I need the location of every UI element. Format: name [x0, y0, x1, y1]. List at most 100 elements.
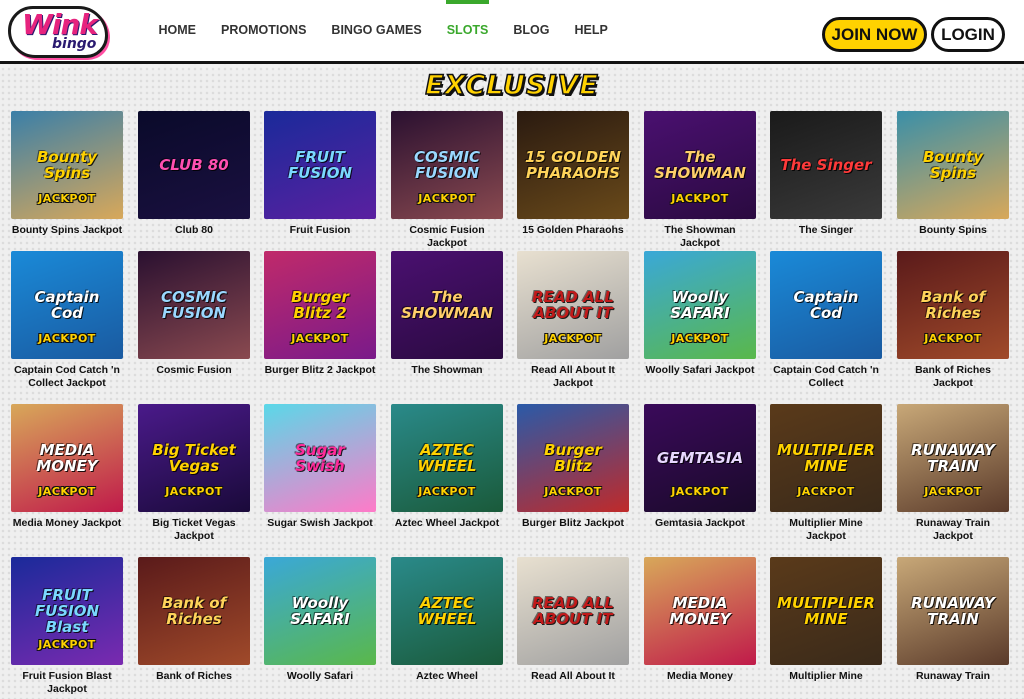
nav-slots[interactable]: SLOTS: [434, 0, 501, 61]
game-title[interactable]: Burger Blitz 2 Jackpot: [264, 364, 376, 377]
game-tile[interactable]: RUNAWAY TRAIN JACKPOT Runaway Train Jackpo…: [897, 404, 1009, 543]
game-title[interactable]: Cosmic Fusion: [138, 364, 250, 377]
game-title[interactable]: Runaway Train Jackpot: [897, 517, 1009, 543]
game-thumbnail[interactable]: AZTEC WHEEL JACKPOT: [391, 404, 503, 512]
game-thumbnail[interactable]: MULTIPLIER MINE: [770, 557, 882, 665]
game-tile[interactable]: Bounty Spins JACKPOT Bounty Spins Jackpot: [11, 111, 123, 237]
game-title[interactable]: Aztec Wheel: [391, 670, 503, 683]
game-title[interactable]: Big Ticket Vegas Jackpot: [138, 517, 250, 543]
game-tile[interactable]: Woolly SAFARI Woolly Safari: [264, 557, 376, 683]
game-thumbnail[interactable]: MEDIA MONEY JACKPOT: [11, 404, 123, 512]
game-title[interactable]: Read All About It: [517, 670, 629, 683]
game-thumbnail[interactable]: RUNAWAY TRAIN: [897, 557, 1009, 665]
game-title[interactable]: Bank of Riches Jackpot: [897, 364, 1009, 390]
game-title[interactable]: Gemtasia Jackpot: [644, 517, 756, 530]
game-tile[interactable]: The SHOWMAN JACKPOT The Showman Jackpot: [644, 111, 756, 250]
game-title[interactable]: Woolly Safari Jackpot: [644, 364, 756, 377]
game-title[interactable]: Aztec Wheel Jackpot: [391, 517, 503, 530]
game-title[interactable]: Burger Blitz Jackpot: [517, 517, 629, 530]
game-thumbnail[interactable]: CLUB 80: [138, 111, 250, 219]
game-thumbnail[interactable]: Bounty Spins JACKPOT: [11, 111, 123, 219]
game-thumbnail[interactable]: The SHOWMAN JACKPOT: [644, 111, 756, 219]
game-title[interactable]: Media Money: [644, 670, 756, 683]
game-tile[interactable]: FRUIT FUSION Fruit Fusion: [264, 111, 376, 237]
game-title[interactable]: Woolly Safari: [264, 670, 376, 683]
game-thumbnail[interactable]: 15 GOLDEN PHARAOHS: [517, 111, 629, 219]
game-tile[interactable]: GEMTASIA JACKPOT Gemtasia Jackpot: [644, 404, 756, 530]
game-tile[interactable]: Big Ticket Vegas JACKPOT Big Ticket Vegas …: [138, 404, 250, 543]
game-tile[interactable]: Woolly SAFARI JACKPOT Woolly Safari Jackpo…: [644, 251, 756, 377]
game-thumbnail[interactable]: Burger Blitz JACKPOT: [517, 404, 629, 512]
game-tile[interactable]: Bank of Riches Bank of Riches: [138, 557, 250, 683]
game-title[interactable]: The Showman Jackpot: [644, 224, 756, 250]
game-thumbnail[interactable]: READ ALL ABOUT IT JACKPOT: [517, 251, 629, 359]
game-thumbnail[interactable]: FRUIT FUSION Blast JACKPOT: [11, 557, 123, 665]
game-tile[interactable]: MULTIPLIER MINE Multiplier Mine: [770, 557, 882, 683]
game-title[interactable]: Captain Cod Catch 'n Collect: [770, 364, 882, 390]
game-thumbnail[interactable]: RUNAWAY TRAIN JACKPOT: [897, 404, 1009, 512]
game-thumbnail[interactable]: READ ALL ABOUT IT: [517, 557, 629, 665]
game-thumbnail[interactable]: Burger Blitz 2 JACKPOT: [264, 251, 376, 359]
game-title[interactable]: Fruit Fusion Blast Jackpot: [11, 670, 123, 696]
join-now-button[interactable]: JOIN NOW: [822, 17, 927, 52]
game-thumbnail[interactable]: COSMIC FUSION: [138, 251, 250, 359]
game-tile[interactable]: MEDIA MONEY JACKPOT Media Money Jackpot: [11, 404, 123, 530]
game-tile[interactable]: Captain Cod Captain Cod Catch 'n Collect: [770, 251, 882, 390]
game-title[interactable]: Bounty Spins: [897, 224, 1009, 237]
game-title[interactable]: The Singer: [770, 224, 882, 237]
game-title[interactable]: Runaway Train: [897, 670, 1009, 683]
game-title[interactable]: Captain Cod Catch 'n Collect Jackpot: [11, 364, 123, 390]
game-tile[interactable]: Burger Blitz 2 JACKPOT Burger Blitz 2 Jack…: [264, 251, 376, 377]
game-thumbnail[interactable]: Woolly SAFARI JACKPOT: [644, 251, 756, 359]
game-tile[interactable]: COSMIC FUSION JACKPOT Cosmic Fusion Jackpo…: [391, 111, 503, 250]
game-title[interactable]: Media Money Jackpot: [11, 517, 123, 530]
game-tile[interactable]: MULTIPLIER MINE JACKPOT Multiplier Mine Ja…: [770, 404, 882, 543]
game-title[interactable]: The Showman: [391, 364, 503, 377]
game-tile[interactable]: READ ALL ABOUT IT Read All About It: [517, 557, 629, 683]
game-thumbnail[interactable]: Big Ticket Vegas JACKPOT: [138, 404, 250, 512]
game-title[interactable]: Sugar Swish Jackpot: [264, 517, 376, 530]
login-button[interactable]: LOGIN: [931, 17, 1005, 52]
game-thumbnail[interactable]: Sugar Swish: [264, 404, 376, 512]
game-thumbnail[interactable]: Captain Cod: [770, 251, 882, 359]
game-tile[interactable]: READ ALL ABOUT IT JACKPOT Read All About I…: [517, 251, 629, 390]
game-tile[interactable]: AZTEC WHEEL JACKPOT Aztec Wheel Jackpot: [391, 404, 503, 530]
game-tile[interactable]: Burger Blitz JACKPOT Burger Blitz Jackpot: [517, 404, 629, 530]
game-title[interactable]: Cosmic Fusion Jackpot: [391, 224, 503, 250]
game-thumbnail[interactable]: MULTIPLIER MINE JACKPOT: [770, 404, 882, 512]
nav-home[interactable]: HOME: [146, 0, 209, 61]
game-thumbnail[interactable]: MEDIA MONEY: [644, 557, 756, 665]
game-tile[interactable]: AZTEC WHEEL Aztec Wheel: [391, 557, 503, 683]
game-thumbnail[interactable]: Bank of Riches: [138, 557, 250, 665]
nav-promotions[interactable]: PROMOTIONS: [209, 0, 319, 61]
game-tile[interactable]: FRUIT FUSION Blast JACKPOT Fruit Fusion Bl…: [11, 557, 123, 696]
game-title[interactable]: Bank of Riches: [138, 670, 250, 683]
game-tile[interactable]: Sugar Swish Sugar Swish Jackpot: [264, 404, 376, 530]
game-thumbnail[interactable]: GEMTASIA JACKPOT: [644, 404, 756, 512]
game-thumbnail[interactable]: COSMIC FUSION JACKPOT: [391, 111, 503, 219]
game-tile[interactable]: Bounty Spins Bounty Spins: [897, 111, 1009, 237]
game-title[interactable]: Read All About It Jackpot: [517, 364, 629, 390]
game-tile[interactable]: Captain Cod JACKPOT Captain Cod Catch 'n C…: [11, 251, 123, 390]
game-tile[interactable]: The SHOWMAN The Showman: [391, 251, 503, 377]
game-thumbnail[interactable]: The SHOWMAN: [391, 251, 503, 359]
game-title[interactable]: Bounty Spins Jackpot: [11, 224, 123, 237]
game-thumbnail[interactable]: The Singer: [770, 111, 882, 219]
game-tile[interactable]: COSMIC FUSION Cosmic Fusion: [138, 251, 250, 377]
nav-blog[interactable]: BLOG: [501, 0, 562, 61]
game-thumbnail[interactable]: Bank of Riches JACKPOT: [897, 251, 1009, 359]
game-title[interactable]: Multiplier Mine Jackpot: [770, 517, 882, 543]
game-tile[interactable]: CLUB 80 Club 80: [138, 111, 250, 237]
game-thumbnail[interactable]: Bounty Spins: [897, 111, 1009, 219]
game-thumbnail[interactable]: FRUIT FUSION: [264, 111, 376, 219]
game-title[interactable]: 15 Golden Pharaohs: [517, 224, 629, 237]
nav-bingo-games[interactable]: BINGO GAMES: [319, 0, 434, 61]
game-tile[interactable]: Bank of Riches JACKPOT Bank of Riches Jack…: [897, 251, 1009, 390]
game-thumbnail[interactable]: Captain Cod JACKPOT: [11, 251, 123, 359]
game-title[interactable]: Club 80: [138, 224, 250, 237]
game-tile[interactable]: 15 GOLDEN PHARAOHS 15 Golden Pharaohs: [517, 111, 629, 237]
game-thumbnail[interactable]: Woolly SAFARI: [264, 557, 376, 665]
game-tile[interactable]: RUNAWAY TRAIN Runaway Train: [897, 557, 1009, 683]
game-title[interactable]: Multiplier Mine: [770, 670, 882, 683]
game-thumbnail[interactable]: AZTEC WHEEL: [391, 557, 503, 665]
